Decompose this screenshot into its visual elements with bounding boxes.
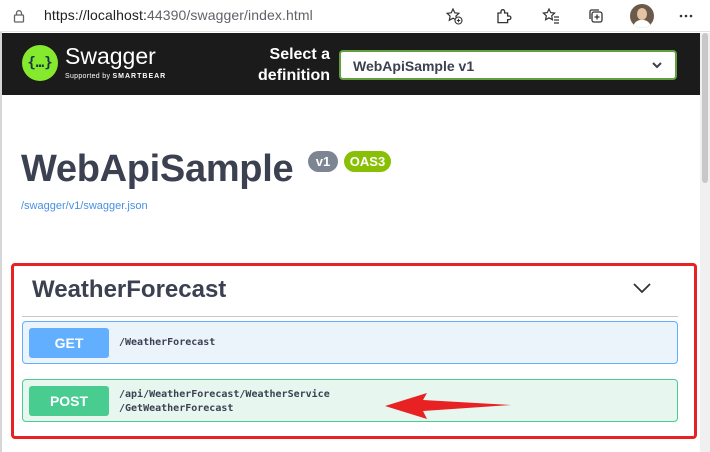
select-definition-label: Select a definition [234,44,330,86]
swagger-brand[interactable]: Swagger [65,43,156,70]
browser-address-bar: https://localhost:44390/swagger/index.ht… [0,0,710,32]
brand-sub-company: SMARTBEAR [112,73,167,80]
version-badge: v1 [308,151,338,172]
add-favorite-icon[interactable] [444,6,464,26]
select-label-line2: definition [258,67,330,84]
highlight-box [11,263,697,439]
select-label-line1: Select a [269,46,330,63]
avatar-face [637,8,647,20]
chevron-down-icon [652,62,662,69]
brand-sub-prefix: Supported by [65,73,113,80]
definition-select[interactable]: WebApiSample v1 [339,50,677,80]
definition-select-value: WebApiSample v1 [353,58,475,74]
window-edge [0,32,2,452]
profile-avatar[interactable] [630,4,654,28]
swagger-brand-sub: Supported by SMARTBEAR [65,73,166,80]
favorites-icon[interactable] [541,6,561,26]
lock-icon[interactable] [12,9,26,23]
collections-icon[interactable] [586,6,606,26]
api-title: WebApiSample [21,148,294,190]
spec-link[interactable]: /swagger/v1/swagger.json [21,200,148,212]
extensions-icon[interactable] [494,6,514,26]
logo-glyph: {…} [27,55,53,71]
url-field[interactable]: https://localhost:44390/swagger/index.ht… [44,7,313,23]
avatar-body [633,20,651,28]
scrollbar-thumb[interactable] [702,33,708,183]
url-port: 44390 [146,7,187,23]
more-options-icon[interactable] [676,6,696,26]
url-prefix: https://localhost: [44,7,147,23]
annotation-arrow-icon [385,393,511,419]
url-path: /swagger/index.html [186,7,313,23]
page-scrollbar[interactable] [700,33,710,452]
oas-badge: OAS3 [344,151,391,172]
swagger-logo-icon[interactable]: {…} [22,45,58,81]
